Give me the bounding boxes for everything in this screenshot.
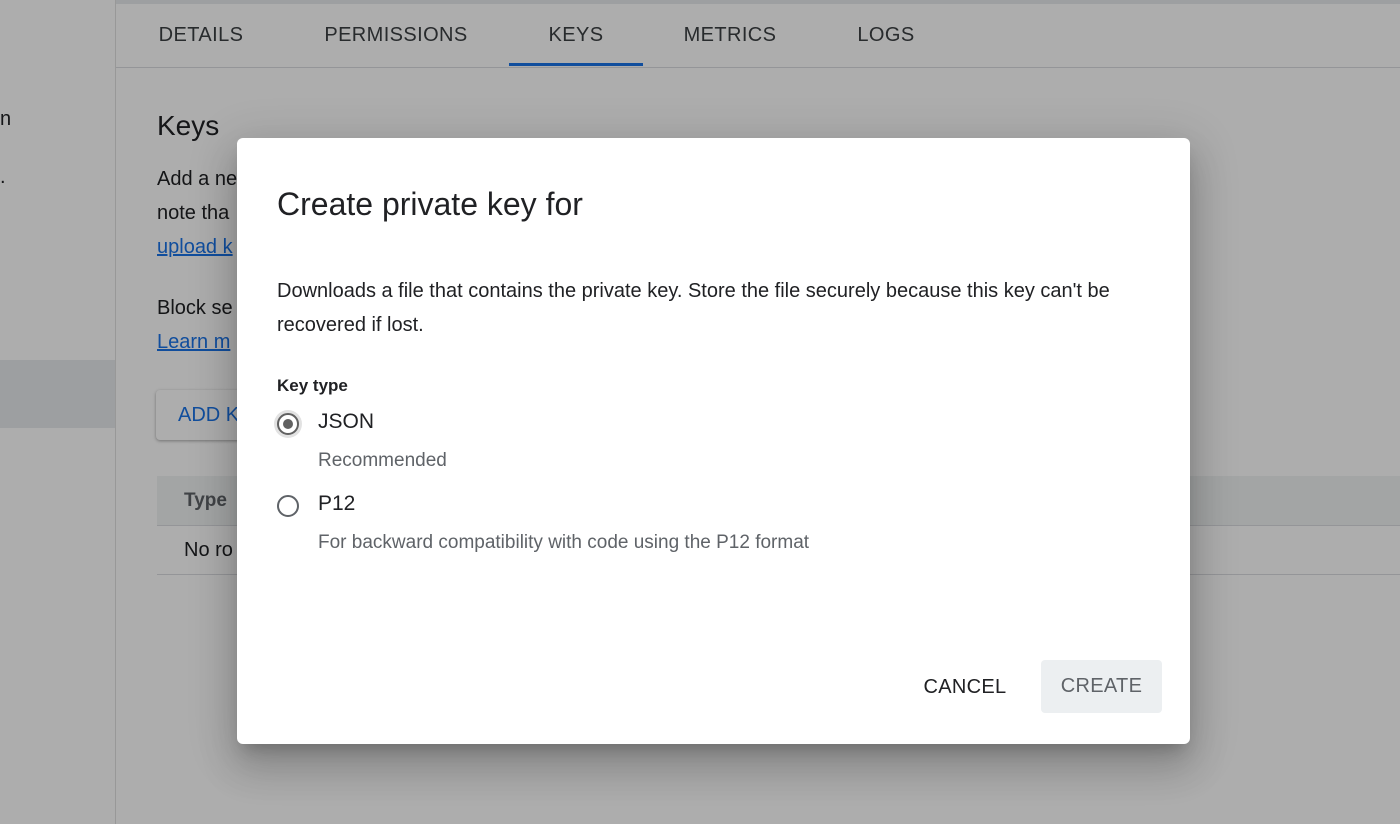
create-button[interactable]: CREATE [1041,660,1162,713]
radio-hint-p12: For backward compatibility with code usi… [318,532,810,553]
key-type-label: Key type [277,376,348,395]
cancel-button[interactable]: CANCEL [907,661,1023,713]
radio-label-json[interactable]: JSON [318,410,374,434]
radio-button-p12[interactable] [277,495,299,517]
radio-label-p12[interactable]: P12 [318,492,355,516]
create-private-key-dialog: Create private key for Downloads a file … [237,138,1190,744]
radio-hint-json: Recommended [318,450,447,471]
page: n . DETAILS PERMISSIONS KEYS METRICS LOG… [0,0,1400,824]
dialog-description: Downloads a file that contains the priva… [277,280,1110,336]
radio-button-json[interactable] [277,413,299,435]
dialog-title: Create private key for [277,186,583,222]
